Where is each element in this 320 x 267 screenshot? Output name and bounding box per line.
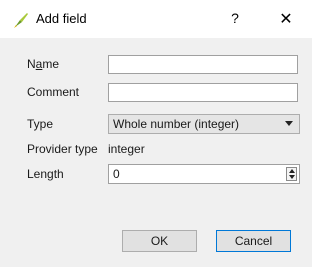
ok-button[interactable]: OK — [122, 230, 197, 252]
type-label: Type — [27, 117, 54, 131]
chevron-down-icon — [285, 121, 293, 126]
spin-down-icon — [289, 175, 295, 179]
spin-up-icon — [289, 169, 295, 173]
comment-field[interactable] — [108, 83, 298, 102]
comment-label: Comment — [27, 85, 80, 99]
add-field-dialog: Add field ? ✕ Name Comment Type Whole nu… — [0, 0, 312, 267]
provider-type-label: Provider type — [27, 142, 98, 156]
name-label: Name — [27, 57, 60, 71]
type-select[interactable]: Whole number (integer) — [108, 114, 300, 134]
window-title: Add field — [36, 11, 87, 26]
length-value: 0 — [113, 167, 120, 181]
name-field[interactable] — [108, 55, 298, 74]
provider-type-value: integer — [108, 142, 145, 156]
title-bar: Add field ? ✕ — [0, 0, 312, 38]
close-button[interactable]: ✕ — [275, 9, 297, 31]
spin-buttons[interactable] — [286, 167, 297, 181]
qgis-brush-icon — [12, 11, 30, 29]
length-label: Length — [27, 167, 64, 181]
help-button[interactable]: ? — [226, 10, 244, 28]
length-stepper[interactable]: 0 — [108, 164, 300, 184]
cancel-button[interactable]: Cancel — [216, 230, 291, 252]
type-select-value: Whole number (integer) — [113, 117, 240, 131]
